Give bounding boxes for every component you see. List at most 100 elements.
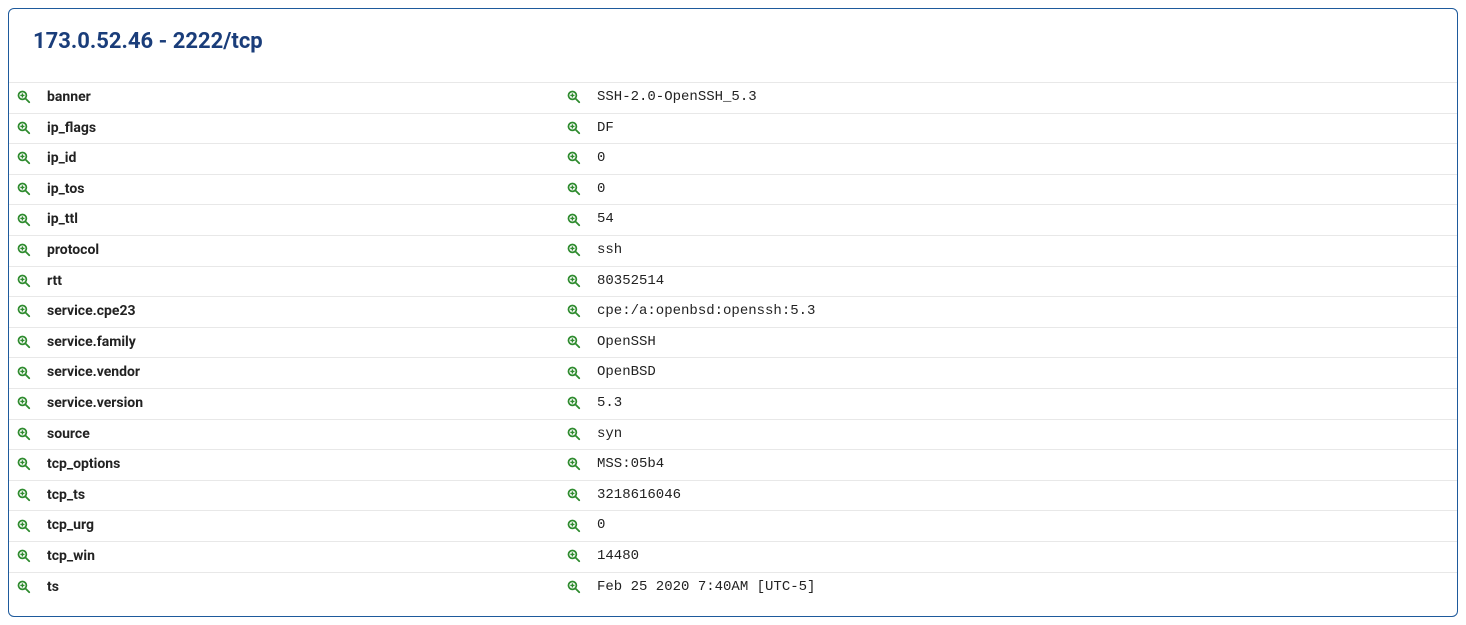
search-key-cell <box>9 480 39 511</box>
magnify-plus-icon[interactable] <box>567 580 581 594</box>
property-value: 0 <box>589 174 1457 205</box>
property-key: ts <box>39 572 559 602</box>
property-value: OpenSSH <box>589 327 1457 358</box>
search-key-cell <box>9 174 39 205</box>
table-row: service.version 5.3 <box>9 388 1457 419</box>
magnify-plus-icon[interactable] <box>567 396 581 410</box>
magnify-plus-icon[interactable] <box>17 366 31 380</box>
magnify-plus-icon[interactable] <box>17 213 31 227</box>
search-key-cell <box>9 205 39 236</box>
property-value: DF <box>589 113 1457 144</box>
magnify-plus-icon[interactable] <box>17 427 31 441</box>
search-value-cell <box>559 205 589 236</box>
property-value: cpe:/a:openbsd:openssh:5.3 <box>589 297 1457 328</box>
panel-title: 173.0.52.46 - 2222/tcp <box>9 29 1457 82</box>
search-key-cell <box>9 113 39 144</box>
search-value-cell <box>559 113 589 144</box>
property-value: 80352514 <box>589 266 1457 297</box>
magnify-plus-icon[interactable] <box>567 488 581 502</box>
search-value-cell <box>559 174 589 205</box>
magnify-plus-icon[interactable] <box>17 519 31 533</box>
properties-table: banner SSH-2.0-OpenSSH_5.3 ip_flags DF i… <box>9 82 1457 602</box>
magnify-plus-icon[interactable] <box>567 457 581 471</box>
table-row: service.family OpenSSH <box>9 327 1457 358</box>
search-key-cell <box>9 266 39 297</box>
magnify-plus-icon[interactable] <box>567 121 581 135</box>
table-row: ts Feb 25 2020 7:40AM [UTC-5] <box>9 572 1457 602</box>
magnify-plus-icon[interactable] <box>567 151 581 165</box>
magnify-plus-icon[interactable] <box>17 90 31 104</box>
table-row: service.cpe23 cpe:/a:openbsd:openssh:5.3 <box>9 297 1457 328</box>
search-value-cell <box>559 144 589 175</box>
search-key-cell <box>9 450 39 481</box>
table-row: banner SSH-2.0-OpenSSH_5.3 <box>9 83 1457 114</box>
magnify-plus-icon[interactable] <box>17 457 31 471</box>
search-key-cell <box>9 358 39 389</box>
table-row: service.vendor OpenBSD <box>9 358 1457 389</box>
table-row: ip_flags DF <box>9 113 1457 144</box>
magnify-plus-icon[interactable] <box>567 549 581 563</box>
magnify-plus-icon[interactable] <box>17 151 31 165</box>
table-row: protocol ssh <box>9 235 1457 266</box>
search-value-cell <box>559 419 589 450</box>
search-value-cell <box>559 480 589 511</box>
search-key-cell <box>9 83 39 114</box>
magnify-plus-icon[interactable] <box>567 274 581 288</box>
property-key: tcp_win <box>39 541 559 572</box>
search-value-cell <box>559 450 589 481</box>
table-row: tcp_win 14480 <box>9 541 1457 572</box>
magnify-plus-icon[interactable] <box>567 182 581 196</box>
property-key: banner <box>39 83 559 114</box>
property-key: service.vendor <box>39 358 559 389</box>
search-value-cell <box>559 266 589 297</box>
search-key-cell <box>9 235 39 266</box>
property-value: 0 <box>589 511 1457 542</box>
search-key-cell <box>9 419 39 450</box>
search-value-cell <box>559 541 589 572</box>
property-key: tcp_options <box>39 450 559 481</box>
property-value: 3218616046 <box>589 480 1457 511</box>
search-value-cell <box>559 388 589 419</box>
magnify-plus-icon[interactable] <box>567 304 581 318</box>
property-value: syn <box>589 419 1457 450</box>
property-value: 0 <box>589 144 1457 175</box>
magnify-plus-icon[interactable] <box>17 396 31 410</box>
magnify-plus-icon[interactable] <box>567 335 581 349</box>
property-value: Feb 25 2020 7:40AM [UTC-5] <box>589 572 1457 602</box>
table-row: tcp_options MSS:05b4 <box>9 450 1457 481</box>
search-value-cell <box>559 235 589 266</box>
detail-panel: 173.0.52.46 - 2222/tcp banner SSH-2.0-Op… <box>8 8 1458 617</box>
property-value: OpenBSD <box>589 358 1457 389</box>
magnify-plus-icon[interactable] <box>17 243 31 257</box>
property-value: 14480 <box>589 541 1457 572</box>
magnify-plus-icon[interactable] <box>17 580 31 594</box>
magnify-plus-icon[interactable] <box>567 243 581 257</box>
magnify-plus-icon[interactable] <box>17 274 31 288</box>
property-key: ip_tos <box>39 174 559 205</box>
magnify-plus-icon[interactable] <box>17 121 31 135</box>
property-key: rtt <box>39 266 559 297</box>
property-key: tcp_urg <box>39 511 559 542</box>
magnify-plus-icon[interactable] <box>567 519 581 533</box>
search-key-cell <box>9 144 39 175</box>
magnify-plus-icon[interactable] <box>17 488 31 502</box>
magnify-plus-icon[interactable] <box>17 335 31 349</box>
magnify-plus-icon[interactable] <box>567 366 581 380</box>
search-key-cell <box>9 388 39 419</box>
magnify-plus-icon[interactable] <box>17 304 31 318</box>
table-row: rtt 80352514 <box>9 266 1457 297</box>
table-row: ip_tos 0 <box>9 174 1457 205</box>
property-value: 5.3 <box>589 388 1457 419</box>
table-row: ip_ttl 54 <box>9 205 1457 236</box>
search-key-cell <box>9 297 39 328</box>
search-key-cell <box>9 327 39 358</box>
magnify-plus-icon[interactable] <box>567 90 581 104</box>
magnify-plus-icon[interactable] <box>567 213 581 227</box>
search-key-cell <box>9 541 39 572</box>
search-key-cell <box>9 511 39 542</box>
property-key: service.version <box>39 388 559 419</box>
search-key-cell <box>9 572 39 602</box>
magnify-plus-icon[interactable] <box>17 182 31 196</box>
magnify-plus-icon[interactable] <box>17 549 31 563</box>
magnify-plus-icon[interactable] <box>567 427 581 441</box>
